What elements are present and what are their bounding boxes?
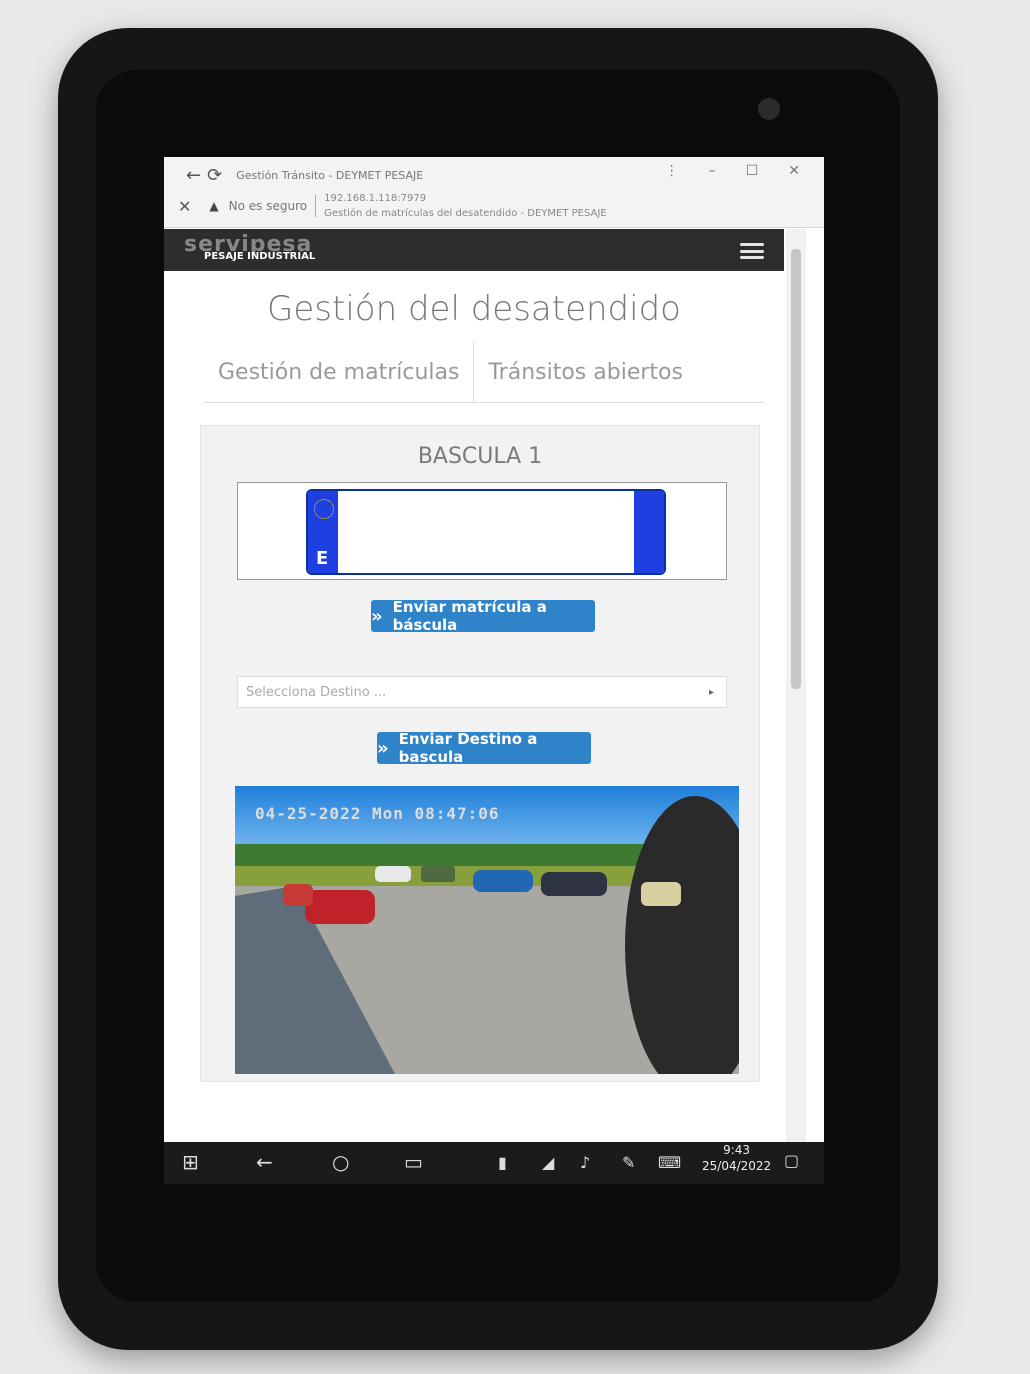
tab-gestion-matriculas[interactable]: Gestión de matrículas <box>204 342 475 402</box>
plate-country-code: E <box>316 548 329 569</box>
back-nav-icon[interactable]: ← <box>256 1150 273 1174</box>
url-text: 192.168.1.118:7979 <box>324 193 427 204</box>
double-chevron-icon: » <box>377 737 389 759</box>
notifications-icon[interactable]: ▢ <box>784 1151 799 1170</box>
plate-container: E <box>237 482 727 580</box>
windows-taskbar: ⊞ ← ○ ▭ ▮ ◢ ♪ ✎ ⌨ 9:43 25/04/2022 ▢ <box>164 1142 824 1184</box>
browser-chrome: ← ⟳ Gestión Tránsito - DEYMET PESAJE ⋮ –… <box>164 157 824 228</box>
window-controls: ⋮ – ☐ ✕ <box>665 163 800 179</box>
pen-icon[interactable]: ✎ <box>622 1153 635 1172</box>
warning-icon: ▲ <box>209 199 219 213</box>
eu-band: E <box>308 491 338 573</box>
scrollbar[interactable] <box>786 229 806 1179</box>
send-destination-label: Enviar Destino a bascula <box>398 730 538 766</box>
volume-icon[interactable]: ♪ <box>580 1153 590 1172</box>
camera-image <box>235 786 739 1074</box>
wifi-icon[interactable]: ◢ <box>542 1153 554 1172</box>
camera-feed: 04-25-2022 Mon 08:47:06 <box>235 786 739 1074</box>
scroll-thumb[interactable] <box>791 249 801 689</box>
scale-panel: BASCULA 1 E » Enviar matrícula a báscula… <box>200 425 760 1082</box>
screen: ← ⟳ Gestión Tránsito - DEYMET PESAJE ⋮ –… <box>164 157 824 1182</box>
send-plate-button[interactable]: » Enviar matrícula a báscula <box>371 598 595 634</box>
plate-right-band <box>634 491 664 573</box>
refresh-icon[interactable]: ⟳ <box>207 165 222 186</box>
task-view-icon[interactable]: ▭ <box>404 1150 423 1174</box>
battery-icon[interactable]: ▮ <box>498 1153 507 1172</box>
address-text: 192.168.1.118:7979 Gestión de matrículas… <box>324 191 607 221</box>
maximize-icon[interactable]: ☐ <box>746 163 759 179</box>
windows-start-icon[interactable]: ⊞ <box>182 1150 199 1174</box>
brand-subtitle: PESAJE INDUSTRIAL <box>204 251 316 262</box>
address-divider <box>315 195 317 217</box>
cortana-icon[interactable]: ○ <box>332 1150 349 1174</box>
keyboard-icon[interactable]: ⌨ <box>658 1153 681 1172</box>
clock[interactable]: 9:43 25/04/2022 <box>702 1142 771 1174</box>
back-icon[interactable]: ← <box>186 165 201 186</box>
minimize-icon[interactable]: – <box>709 163 716 179</box>
clock-date: 25/04/2022 <box>702 1159 772 1173</box>
hamburger-menu-icon[interactable] <box>740 243 764 259</box>
more-menu-icon[interactable]: ⋮ <box>665 163 679 179</box>
browser-title-row: ← ⟳ Gestión Tránsito - DEYMET PESAJE ⋮ –… <box>186 163 814 187</box>
destination-select[interactable]: Selecciona Destino ... ▸ <box>237 676 727 708</box>
address-bar[interactable]: ✕ ▲ No es seguro 192.168.1.118:7979 Gest… <box>178 191 812 221</box>
send-plate-label: Enviar matrícula a báscula <box>392 598 547 634</box>
app-navbar: servipesa PESAJE INDUSTRIAL <box>164 229 784 271</box>
dropdown-arrow-icon: ▸ <box>708 686 714 698</box>
browser-tab-title: Gestión Tránsito - DEYMET PESAJE <box>236 168 424 182</box>
clock-time: 9:43 <box>723 1143 751 1157</box>
camera-timestamp: 04-25-2022 Mon 08:47:06 <box>255 804 500 823</box>
tab-transitos-abiertos[interactable]: Tránsitos abiertos <box>474 342 696 402</box>
tab-bar: Gestión de matrículas Tránsitos abiertos <box>204 342 764 403</box>
scale-title: BASCULA 1 <box>417 444 543 469</box>
page-name-text: Gestión de matrículas del desatendido - … <box>324 208 607 219</box>
send-destination-button[interactable]: » Enviar Destino a bascula <box>377 730 591 766</box>
destination-placeholder: Selecciona Destino ... <box>246 684 387 700</box>
page-title: Gestión del desatendido <box>267 289 681 329</box>
front-camera <box>758 98 780 120</box>
eu-stars-icon <box>314 499 334 519</box>
close-window-icon[interactable]: ✕ <box>788 163 800 179</box>
stop-icon[interactable]: ✕ <box>178 197 191 216</box>
license-plate-input[interactable]: E <box>306 489 666 575</box>
security-label[interactable]: No es seguro <box>229 199 307 213</box>
double-chevron-icon: » <box>371 605 383 627</box>
